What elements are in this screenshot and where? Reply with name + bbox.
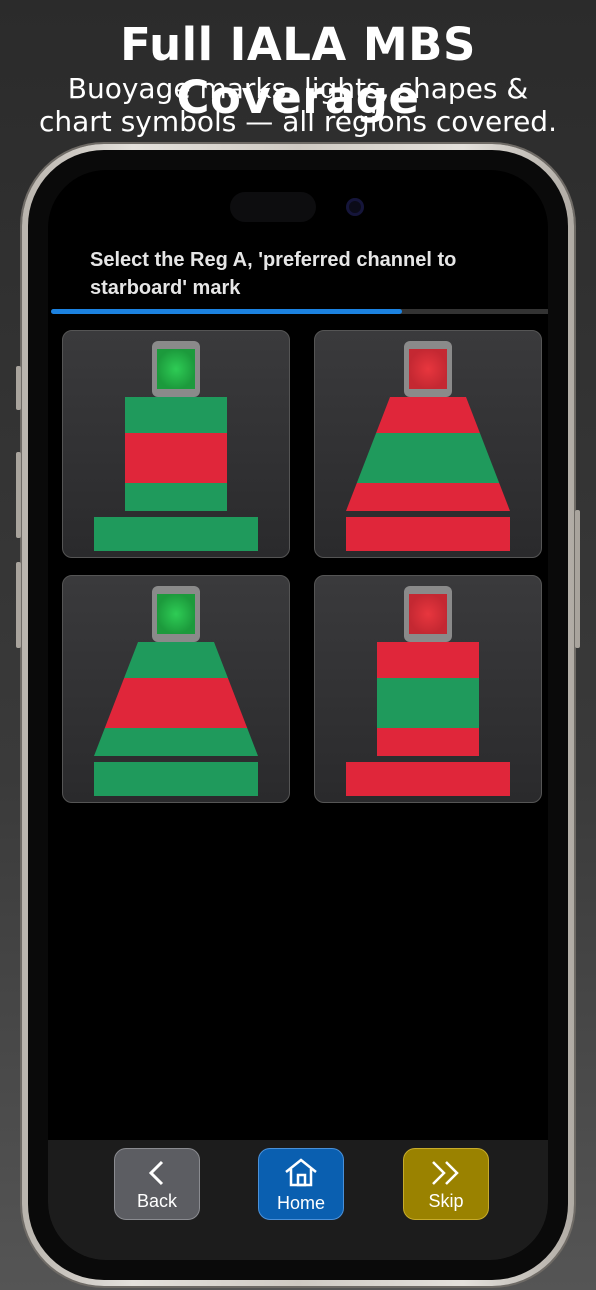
buoy-band-1: [377, 642, 479, 678]
buoy-base: [346, 762, 510, 796]
answer-option-1[interactable]: [62, 330, 290, 558]
home-button-label: Home: [276, 1193, 325, 1213]
buoy-band-1: [376, 397, 480, 433]
buoy-band-3: [125, 483, 227, 511]
buoy-band-3: [94, 728, 258, 756]
progress-fill: [51, 309, 403, 314]
back-button[interactable]: Back: [114, 1148, 200, 1220]
buoy-band-2: [104, 678, 248, 728]
buoy-mark-graphic: [346, 586, 510, 796]
buoy-mark-graphic: [94, 341, 258, 551]
red-light-icon: [409, 594, 447, 634]
skip-button-label: Skip: [428, 1191, 464, 1211]
back-button-label: Back: [136, 1191, 178, 1211]
bottom-nav-bar: Back Home Skip: [48, 1140, 548, 1260]
double-chevron-right-icon: [432, 1161, 459, 1185]
answer-option-2[interactable]: [314, 330, 542, 558]
power-button: [575, 510, 580, 648]
buoy-band-3: [346, 483, 510, 511]
skip-button[interactable]: Skip: [403, 1148, 489, 1220]
green-light-icon: [157, 349, 195, 389]
buoy-band-2: [377, 678, 479, 728]
volume-up-button: [16, 452, 21, 538]
answer-option-3[interactable]: [62, 575, 290, 803]
volume-down-button: [16, 562, 21, 648]
buoy-band-3: [377, 728, 479, 756]
buoy-base: [346, 517, 510, 551]
buoy-band-2: [356, 433, 500, 483]
question-text: Select the Reg A, 'preferred channel to …: [90, 249, 457, 299]
buoy-base: [94, 762, 258, 796]
dynamic-island: [230, 192, 316, 222]
camera-icon: [346, 198, 364, 216]
buoy-band-1: [124, 642, 228, 678]
green-light-icon: [157, 594, 195, 634]
buoy-base: [94, 517, 258, 551]
chevron-left-icon: [148, 1160, 164, 1186]
answer-option-4[interactable]: [314, 575, 542, 803]
buoy-band-2: [125, 433, 227, 483]
promo-subtitle-line-2: chart symbols — all regions covered.: [39, 105, 557, 138]
progress-bar: [51, 309, 548, 314]
phone-bezel: Select the Reg A, 'preferred channel to …: [28, 150, 568, 1280]
home-icon: [285, 1158, 317, 1187]
phone-frame: Select the Reg A, 'preferred channel to …: [16, 144, 580, 1286]
buoy-mark-graphic: [346, 341, 510, 551]
home-button[interactable]: Home: [258, 1148, 344, 1220]
buoy-band-1: [125, 397, 227, 433]
app-screen: Select the Reg A, 'preferred channel to …: [48, 170, 548, 1260]
buoy-mark-graphic: [94, 586, 258, 796]
promo-subtitle: Buoyage marks, lights, shapes & chart sy…: [0, 72, 596, 138]
promo-subtitle-line-1: Buoyage marks, lights, shapes &: [67, 72, 529, 105]
red-light-icon: [409, 349, 447, 389]
action-button: [16, 366, 21, 410]
